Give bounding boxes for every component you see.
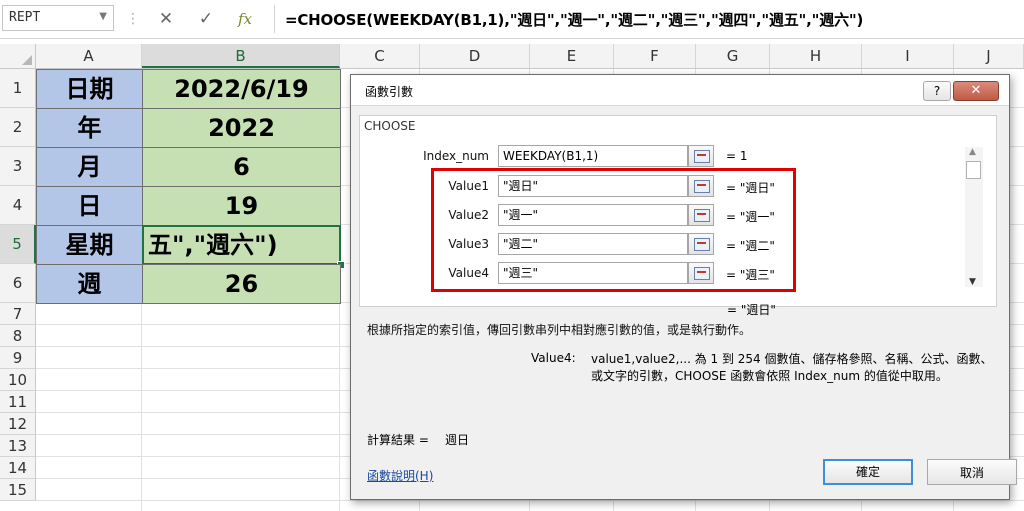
function-help-link[interactable]: 函數說明(H) [367, 467, 433, 484]
enter-formula-icon[interactable]: ✓ [194, 8, 218, 30]
row-header-12[interactable]: 12 [0, 413, 36, 435]
scroll-thumb[interactable] [966, 161, 981, 179]
column-header-a[interactable]: A [36, 44, 142, 68]
column-header-d[interactable]: D [420, 44, 530, 68]
row-header-7[interactable]: 7 [0, 303, 36, 325]
calc-result-label: 計算結果 = [367, 433, 429, 447]
cell-a4[interactable]: 日 [36, 186, 143, 226]
arg-description-name: Value4: [531, 351, 576, 365]
cell-b3[interactable]: 6 [142, 147, 341, 187]
row-header-2[interactable]: 2 [0, 108, 36, 147]
cell-a2[interactable]: 年 [36, 108, 143, 148]
column-header-i[interactable]: I [862, 44, 954, 68]
insert-function-icon[interactable]: fx [233, 8, 257, 30]
arg-input-index-num[interactable]: WEEKDAY(B1,1) [498, 145, 688, 167]
cell-a5[interactable]: 星期 [36, 225, 143, 265]
dialog-title: 函數引數 [365, 85, 414, 99]
cell-b5-active[interactable]: 五","週六") [142, 225, 341, 265]
row-header-5[interactable]: 5 [0, 225, 36, 264]
row-header-9[interactable]: 9 [0, 347, 36, 369]
row-header-1[interactable]: 1 [0, 69, 36, 108]
range-select-icon [694, 150, 710, 163]
highlight-box [431, 168, 796, 292]
row-header-15[interactable]: 15 [0, 479, 36, 501]
ok-button[interactable]: 確定 [823, 459, 913, 485]
row-header-8[interactable]: 8 [0, 325, 36, 347]
arg-result-index-num: = 1 [726, 149, 748, 163]
row-header-13[interactable]: 13 [0, 435, 36, 457]
formula-text: =CHOOSE(WEEKDAY(B1,1),"週日","週一","週二","週三… [285, 11, 864, 29]
column-header-c[interactable]: C [340, 44, 420, 68]
cell-b2[interactable]: 2022 [142, 108, 341, 148]
row-header-14[interactable]: 14 [0, 457, 36, 479]
help-button[interactable]: ? [923, 81, 951, 101]
column-header-h[interactable]: H [770, 44, 862, 68]
arg-label-index-num: Index_num [423, 149, 489, 163]
function-name: CHOOSE [364, 119, 416, 133]
calc-result-value: 週日 [445, 433, 470, 447]
cancel-button[interactable]: 取消 [927, 459, 1017, 485]
scroll-up-icon[interactable]: ▲ [969, 147, 976, 157]
formula-input[interactable]: =CHOOSE(WEEKDAY(B1,1),"週日","週一","週二","週三… [274, 5, 1023, 33]
dialog-title-bar[interactable]: 函數引數 ? ✕ [351, 75, 1009, 106]
formula-bar: REPT ▼ ⋮ ✕ ✓ fx =CHOOSE(WEEKDAY(B1,1),"週… [0, 0, 1024, 39]
cancel-formula-icon[interactable]: ✕ [154, 8, 178, 30]
row-header-6[interactable]: 6 [0, 264, 36, 303]
gridline [36, 500, 1024, 501]
column-header-f[interactable]: F [614, 44, 696, 68]
row-header-10[interactable]: 10 [0, 369, 36, 391]
name-box[interactable]: REPT ▼ [2, 5, 114, 31]
formula-bar-grip: ⋮ [126, 11, 140, 27]
close-button[interactable]: ✕ [953, 81, 999, 101]
cell-b6[interactable]: 26 [142, 264, 341, 304]
column-header-b[interactable]: B [142, 44, 340, 68]
cell-b1[interactable]: 2022/6/19 [142, 69, 341, 109]
column-header-g[interactable]: G [696, 44, 770, 68]
collapse-dialog-button[interactable] [688, 145, 714, 167]
function-description: 根據所指定的索引值，傳回引數串列中相對應引數的值，或是執行動作。 [367, 323, 752, 337]
function-arguments-dialog: 函數引數 ? ✕ CHOOSE Index_num WEEKDAY(B1,1) … [350, 74, 1017, 500]
chevron-down-icon[interactable]: ▼ [99, 11, 107, 22]
select-all-button[interactable] [0, 44, 36, 68]
select-all-triangle-icon [22, 55, 32, 65]
name-box-value: REPT [9, 10, 41, 25]
arg-description-text: value1,value2,... 為 1 到 254 個數值、儲存格參照、名稱… [591, 352, 993, 383]
row-header-3[interactable]: 3 [0, 147, 36, 186]
cell-a1[interactable]: 日期 [36, 69, 143, 109]
column-header-e[interactable]: E [530, 44, 614, 68]
column-header-j[interactable]: J [954, 44, 1024, 68]
column-header-row: A B C D E F G H I J [0, 44, 1024, 69]
row-header-4[interactable]: 4 [0, 186, 36, 225]
cell-a3[interactable]: 月 [36, 147, 143, 187]
formula-result-preview: = "週日" [727, 303, 776, 317]
row-header-11[interactable]: 11 [0, 391, 36, 413]
cell-b4[interactable]: 19 [142, 186, 341, 226]
cell-a6[interactable]: 週 [36, 264, 143, 304]
scroll-down-icon[interactable]: ▼ [969, 277, 976, 287]
arguments-scrollbar[interactable]: ▲ ▼ [965, 147, 983, 287]
